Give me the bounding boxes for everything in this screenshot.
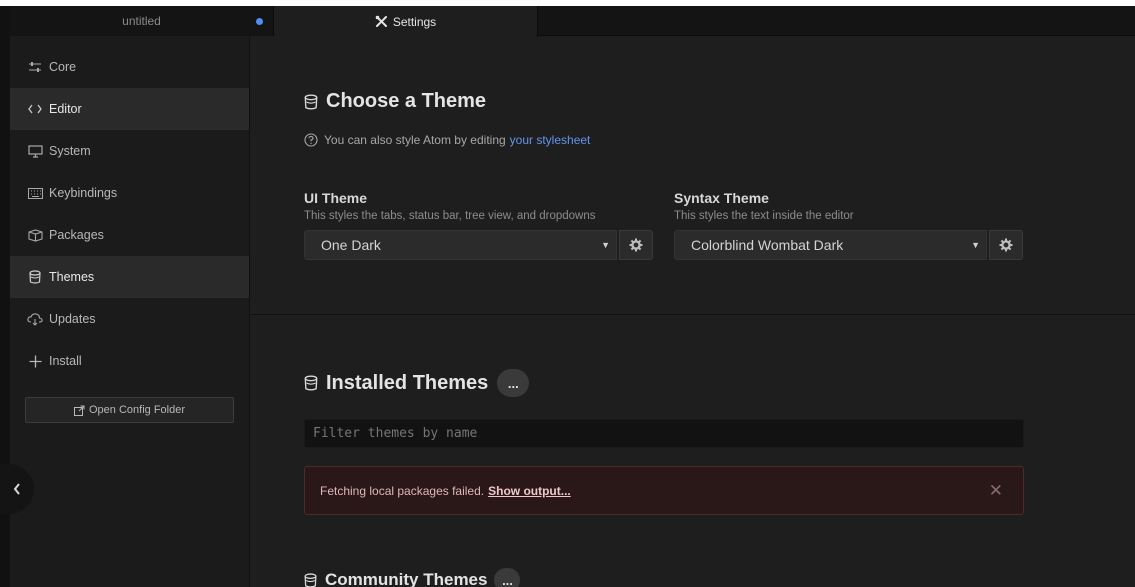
sidebar-item-label: Install <box>49 354 82 368</box>
paintcan-icon <box>304 375 318 391</box>
stylesheet-link[interactable]: your stylesheet <box>510 133 591 147</box>
choose-theme-title: Choose a Theme <box>326 90 487 112</box>
ui-theme-value: One Dark <box>321 237 381 253</box>
hint-text: You can also style Atom by editing <box>324 133 506 147</box>
community-themes-heading: Community Themes ... <box>304 568 521 587</box>
paintcan-icon <box>27 270 43 284</box>
sidebar-item-label: Core <box>49 60 77 74</box>
chevron-left-icon <box>13 483 21 495</box>
code-icon <box>27 102 43 116</box>
sidebar-item-core[interactable]: Core <box>10 46 249 88</box>
tab-settings[interactable]: Settings <box>274 6 538 37</box>
sidebar-item-label: System <box>49 144 91 158</box>
external-link-icon <box>74 405 85 416</box>
sidebar-item-updates[interactable]: Updates <box>10 298 249 340</box>
question-icon <box>304 133 318 147</box>
syntax-theme-title: Syntax Theme <box>674 190 769 206</box>
ui-theme-description: This styles the tabs, status bar, tree v… <box>304 210 596 222</box>
close-icon[interactable]: ✕ <box>989 481 1003 501</box>
gear-icon <box>629 238 643 252</box>
sidebar-item-editor[interactable]: Editor <box>10 88 249 130</box>
package-icon <box>27 228 43 242</box>
sliders-icon <box>27 60 43 74</box>
sidebar-item-label: Updates <box>49 312 96 326</box>
section-divider <box>251 314 1135 315</box>
syntax-theme-settings-button[interactable] <box>989 230 1023 260</box>
plus-icon <box>27 354 43 368</box>
syntax-theme-select[interactable]: Colorblind Wombat Dark ▼ <box>674 230 987 260</box>
caret-down-icon: ▼ <box>971 240 980 250</box>
installed-themes-heading: Installed Themes ... <box>304 369 530 397</box>
tab-untitled[interactable]: untitled <box>10 6 274 36</box>
monitor-icon <box>27 144 43 158</box>
sidebar-item-label: Packages <box>49 228 104 242</box>
syntax-theme-description: This styles the text inside the editor <box>674 210 854 222</box>
open-config-folder-label: Open Config Folder <box>89 404 185 416</box>
tab-settings-label: Settings <box>392 14 437 29</box>
ui-theme-title: UI Theme <box>304 190 368 206</box>
caret-down-icon: ▼ <box>601 240 610 250</box>
sidebar-item-themes[interactable]: Themes <box>10 256 249 298</box>
tab-untitled-label: untitled <box>122 14 161 28</box>
tab-bar: untitled Settings <box>10 6 1135 37</box>
community-themes-more-button[interactable]: ... <box>494 568 521 587</box>
community-themes-title: Community Themes <box>325 570 488 587</box>
modified-dot-icon <box>256 18 263 25</box>
installed-themes-more-button[interactable]: ... <box>497 369 530 397</box>
settings-sidebar: Core Editor System Keybindings Packages … <box>10 36 250 587</box>
filter-themes-input[interactable] <box>304 419 1024 448</box>
tools-icon <box>375 15 388 28</box>
installed-themes-title: Installed Themes <box>326 371 489 394</box>
paintcan-icon <box>304 93 318 110</box>
show-output-link[interactable]: Show output... <box>488 484 571 498</box>
open-config-folder-button[interactable]: Open Config Folder <box>25 397 234 423</box>
sidebar-item-label: Keybindings <box>49 186 118 200</box>
choose-theme-heading: Choose a Theme <box>304 90 486 113</box>
sidebar-item-label: Editor <box>49 102 82 116</box>
fetch-error-alert: Fetching local packages failed. Show out… <box>304 466 1024 515</box>
keyboard-icon <box>27 186 43 200</box>
sidebar-item-packages[interactable]: Packages <box>10 214 249 256</box>
cloud-download-icon <box>27 312 43 326</box>
settings-main-panel: Choose a Theme You can also style Atom b… <box>251 36 1135 587</box>
sidebar-item-label: Themes <box>49 270 95 284</box>
alert-text: Fetching local packages failed. <box>320 483 485 498</box>
stylesheet-hint: You can also style Atom by editing your … <box>304 133 590 147</box>
paintcan-icon <box>304 572 317 587</box>
gear-icon <box>999 238 1013 252</box>
sidebar-item-keybindings[interactable]: Keybindings <box>10 172 249 214</box>
sidebar-item-install[interactable]: Install <box>10 340 249 382</box>
ui-theme-settings-button[interactable] <box>619 230 653 260</box>
sidebar-item-system[interactable]: System <box>10 130 249 172</box>
ui-theme-select[interactable]: One Dark ▼ <box>304 230 617 260</box>
syntax-theme-value: Colorblind Wombat Dark <box>691 237 844 253</box>
